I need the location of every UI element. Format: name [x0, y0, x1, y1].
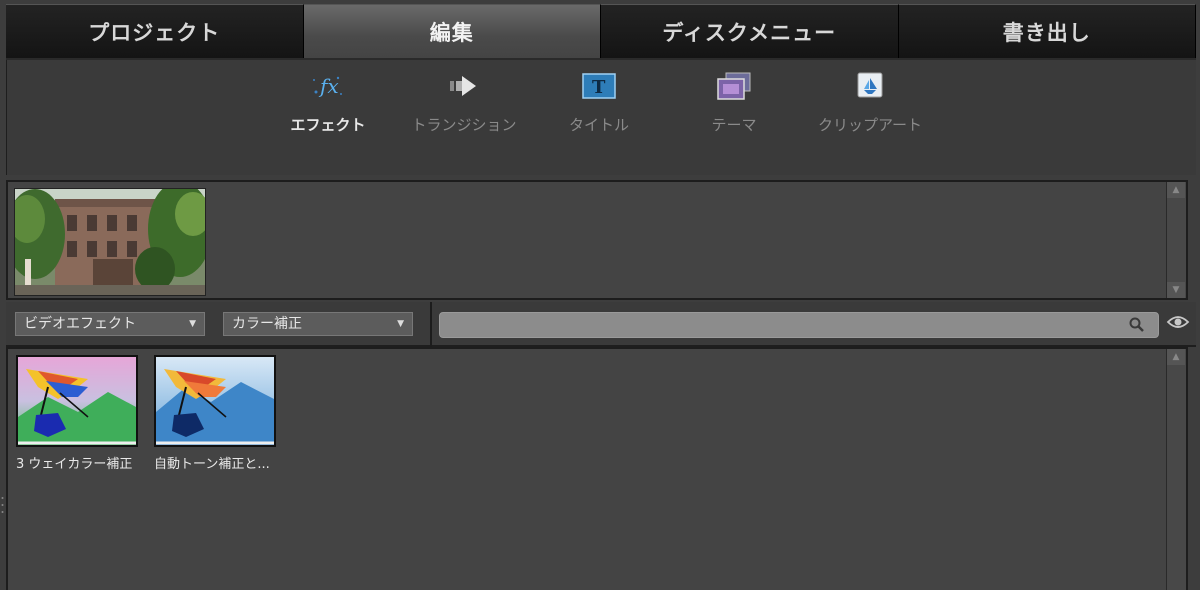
tab-export[interactable]: 書き出し — [898, 4, 1196, 58]
toolbar-effects-button[interactable]: fx エフェクト — [273, 70, 383, 135]
strip-scrollbar[interactable]: ▲ ▼ — [1166, 182, 1186, 298]
scroll-up-icon[interactable]: ▲ — [1167, 349, 1185, 365]
scroll-up-icon[interactable]: ▲ — [1167, 182, 1185, 198]
toolbar-transition-button[interactable]: トランジション — [409, 70, 519, 135]
toolbar-theme-label: テーマ — [711, 116, 757, 134]
effect-label: 自動トーン補正と... — [154, 457, 270, 472]
filter-bar: ビデオエフェクト ▼ カラー補正 ▼ — [6, 302, 1196, 347]
eye-icon[interactable] — [1166, 313, 1190, 335]
scroll-down-icon[interactable]: ▼ — [1167, 282, 1185, 298]
search-input[interactable] — [439, 312, 1159, 338]
svg-text:T: T — [592, 77, 606, 98]
tab-project[interactable]: プロジェクト — [6, 4, 304, 58]
svg-text:fx: fx — [318, 74, 339, 98]
effect-label: 3 ウェイカラー補正 — [16, 457, 133, 472]
fx-icon: fx — [308, 70, 348, 102]
edit-toolbar: fx エフェクト トランジション T タイトル テーマ クリップアート — [6, 60, 1196, 175]
subcategory-dropdown-value: カラー補正 — [232, 316, 302, 332]
toolbar-clipart-button[interactable]: クリップアート — [815, 70, 925, 135]
library-scrollbar[interactable]: ▲ — [1166, 349, 1186, 590]
effects-library: 3 ウェイカラー補正 自動トーン補正と... ▲ — [6, 347, 1188, 590]
clipart-icon — [850, 70, 890, 102]
tab-edit[interactable]: 編集 — [303, 4, 601, 58]
resize-grip-icon[interactable] — [1, 495, 4, 515]
subcategory-dropdown[interactable]: カラー補正 ▼ — [223, 312, 413, 336]
effect-item[interactable]: 自動トーン補正と... — [154, 355, 278, 472]
transition-arrow-icon — [444, 70, 484, 102]
toolbar-title-label: タイトル — [568, 116, 629, 134]
main-tabs: プロジェクト 編集 ディスクメニュー 書き出し — [6, 4, 1196, 58]
category-dropdown[interactable]: ビデオエフェクト ▼ — [15, 312, 205, 336]
toolbar-transition-label: トランジション — [411, 116, 517, 134]
toolbar-title-button[interactable]: T タイトル — [544, 70, 654, 135]
title-t-icon: T — [579, 70, 619, 102]
toolbar-clipart-label: クリップアート — [817, 116, 923, 134]
category-dropdown-value: ビデオエフェクト — [24, 316, 136, 332]
chevron-down-icon: ▼ — [397, 319, 404, 329]
search-icon[interactable] — [1128, 316, 1146, 338]
theme-icon — [714, 70, 754, 102]
toolbar-theme-button[interactable]: テーマ — [679, 70, 789, 135]
toolbar-effects-label: エフェクト — [290, 116, 366, 134]
tab-disc-menu[interactable]: ディスクメニュー — [601, 4, 899, 58]
editor-window: プロジェクト 編集 ディスクメニュー 書き出し fx エフェクト トランジション… — [0, 0, 1200, 590]
chevron-down-icon: ▼ — [189, 319, 196, 329]
clip-preview-strip: ▲ ▼ — [6, 180, 1188, 300]
filter-divider — [430, 302, 432, 347]
effect-item[interactable]: 3 ウェイカラー補正 — [16, 355, 140, 472]
clip-thumbnail[interactable] — [14, 188, 206, 296]
effect-thumbnail — [154, 355, 276, 447]
effect-thumbnail — [16, 355, 138, 447]
